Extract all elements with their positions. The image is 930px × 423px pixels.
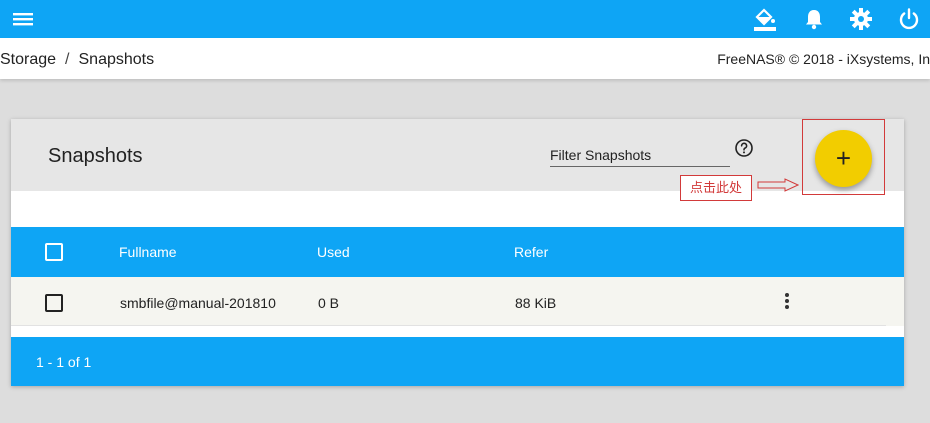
power-icon[interactable] <box>896 6 922 32</box>
column-header-used[interactable]: Used <box>317 244 350 260</box>
breadcrumb-item-storage[interactable]: Storage <box>0 51 56 68</box>
annotation-arrow-icon <box>757 178 799 192</box>
select-all-checkbox[interactable] <box>45 243 63 261</box>
bell-icon[interactable] <box>801 6 827 32</box>
breadcrumb-bar: Storage / Snapshots FreeNAS® © 2018 - iXsy… <box>0 38 930 79</box>
table-footer: 1 - 1 of 1 <box>11 337 904 386</box>
snapshots-card: Snapshots + 点击此处 Fullname Used Refer smb… <box>11 119 904 386</box>
filter-snapshots-input[interactable] <box>550 144 730 167</box>
column-header-refer[interactable]: Refer <box>514 244 548 260</box>
paint-bucket-icon[interactable] <box>752 6 778 32</box>
help-icon[interactable] <box>734 138 754 158</box>
menu-icon[interactable] <box>10 6 36 32</box>
cell-fullname: smbfile@manual-201810 <box>120 295 276 311</box>
cell-used: 0 B <box>318 295 340 311</box>
row-more-menu-icon[interactable] <box>782 293 792 311</box>
copyright-text: FreeNAS® © 2018 - iXsystems, In <box>717 51 930 67</box>
breadcrumb-item-snapshots: Snapshots <box>78 51 155 68</box>
row-checkbox[interactable] <box>45 294 63 312</box>
table-row[interactable]: smbfile@manual-201810 0 B 88 KiB <box>11 277 904 326</box>
pagination-label: 1 - 1 of 1 <box>36 354 92 370</box>
column-header-fullname[interactable]: Fullname <box>119 244 177 260</box>
card-title: Snapshots <box>48 145 143 167</box>
breadcrumb-separator: / <box>65 51 70 68</box>
row-divider <box>11 325 886 326</box>
gear-icon[interactable] <box>848 6 874 32</box>
table-header: Fullname Used Refer <box>11 227 904 277</box>
annotation-highlight-box <box>802 119 885 195</box>
top-toolbar <box>0 0 930 38</box>
annotation-label: 点击此处 <box>680 175 752 201</box>
cell-refer: 88 KiB <box>515 295 557 311</box>
breadcrumb: Storage / Snapshots <box>0 51 154 69</box>
